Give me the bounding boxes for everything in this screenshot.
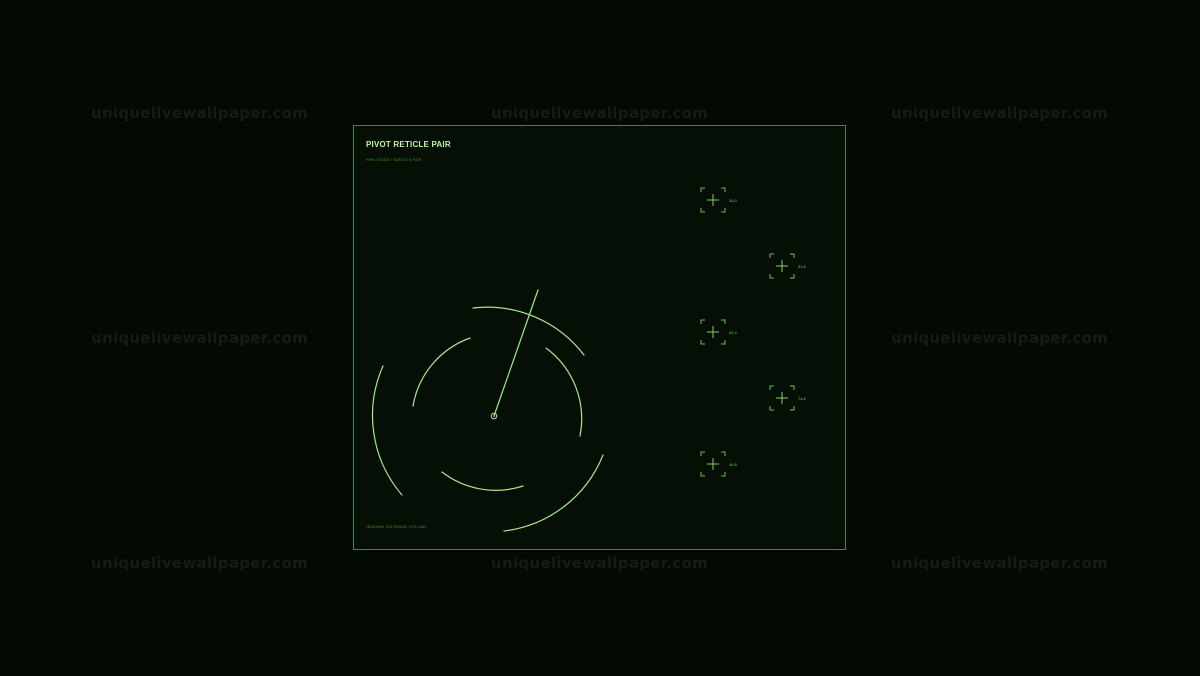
panel-footer: HEADING 120 RANGE 17% CAB [366,524,426,529]
watermark-mid-right: uniquelivewallpaper.com [891,329,1109,347]
panel-subtitle: FIRE STAGE / TARGETS PAIR [366,157,422,162]
watermark-bottom-center: uniquelivewallpaper.com [491,554,709,572]
watermark-bottom-right: uniquelivewallpaper.com [891,554,1109,572]
watermark-mid-left: uniquelivewallpaper.com [91,329,309,347]
watermark-top-right: uniquelivewallpaper.com [891,104,1109,122]
watermark-top-left: uniquelivewallpaper.com [91,104,309,122]
watermark-bottom-left: uniquelivewallpaper.com [91,554,309,572]
panel-title: PIVOT RETICLE PAIR [366,140,451,149]
watermark-top-center: uniquelivewallpaper.com [491,104,709,122]
wallpaper-stage: uniquelivewallpaper.com uniquelivewallpa… [0,0,1200,676]
hud-panel: PIVOT RETICLE PAIR FIRE STAGE / TARGETS … [353,125,846,550]
